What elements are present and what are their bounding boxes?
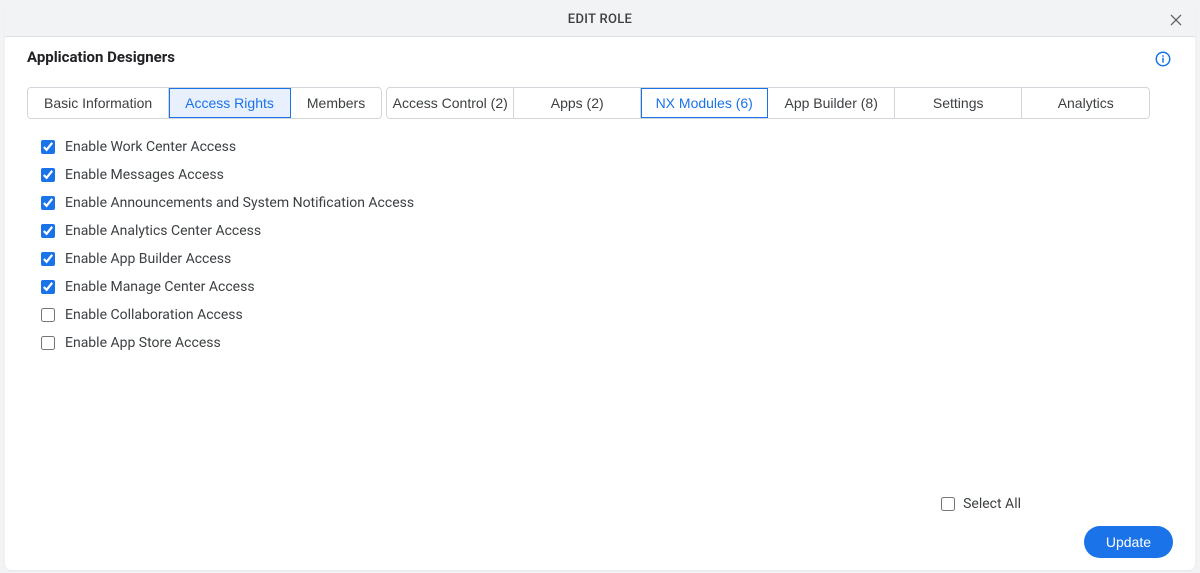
tab-basic-information[interactable]: Basic Information <box>28 88 169 118</box>
role-name-row: Application Designers <box>27 47 1173 67</box>
permission-label: Enable Collaboration Access <box>65 307 243 323</box>
info-icon <box>1154 50 1172 68</box>
subtab-nx-modules[interactable]: NX Modules (6) <box>641 88 768 118</box>
permission-label: Enable Analytics Center Access <box>65 223 261 239</box>
permission-label: Enable App Store Access <box>65 335 221 351</box>
modal-body: Application Designers Basic Information … <box>5 37 1195 570</box>
modal-footer: Select All Update <box>941 496 1173 558</box>
permission-checkbox[interactable] <box>41 196 55 210</box>
permission-label: Enable Work Center Access <box>65 139 236 155</box>
permission-checkbox[interactable] <box>41 336 55 350</box>
permission-item[interactable]: Enable App Builder Access <box>41 245 1173 273</box>
permission-item[interactable]: Enable Analytics Center Access <box>41 217 1173 245</box>
edit-role-modal: EDIT ROLE Application Designers Basic In… <box>5 3 1195 570</box>
permission-label: Enable Messages Access <box>65 167 224 183</box>
permission-item[interactable]: Enable App Store Access <box>41 329 1173 357</box>
permission-item[interactable]: Enable Messages Access <box>41 161 1173 189</box>
update-button[interactable]: Update <box>1084 526 1173 558</box>
tab-members[interactable]: Members <box>291 88 381 118</box>
modal-header: EDIT ROLE <box>5 3 1195 37</box>
select-all-checkbox[interactable] <box>941 497 955 511</box>
subtab-apps[interactable]: Apps (2) <box>514 88 641 118</box>
role-name: Application Designers <box>27 48 175 66</box>
close-button[interactable] <box>1165 9 1187 31</box>
info-button[interactable] <box>1153 49 1173 69</box>
permission-label: Enable App Builder Access <box>65 251 231 267</box>
permission-checkbox[interactable] <box>41 252 55 266</box>
main-tabs: Basic Information Access Rights Members <box>27 87 382 119</box>
subtab-settings[interactable]: Settings <box>895 88 1022 118</box>
tab-access-rights[interactable]: Access Rights <box>169 88 291 118</box>
select-all-row[interactable]: Select All <box>941 496 1021 512</box>
permission-label: Enable Manage Center Access <box>65 279 255 295</box>
select-all-label: Select All <box>963 496 1021 512</box>
subtab-app-builder[interactable]: App Builder (8) <box>768 88 895 118</box>
modal-title: EDIT ROLE <box>568 12 632 27</box>
permission-item[interactable]: Enable Work Center Access <box>41 133 1173 161</box>
permission-checkbox[interactable] <box>41 224 55 238</box>
permission-checkbox[interactable] <box>41 168 55 182</box>
subtab-access-control[interactable]: Access Control (2) <box>387 88 514 118</box>
permission-checkbox[interactable] <box>41 308 55 322</box>
permission-checkbox[interactable] <box>41 280 55 294</box>
sub-tabs: Access Control (2) Apps (2) NX Modules (… <box>386 87 1150 119</box>
permission-label: Enable Announcements and System Notifica… <box>65 195 414 211</box>
permission-item[interactable]: Enable Manage Center Access <box>41 273 1173 301</box>
subtab-analytics[interactable]: Analytics <box>1022 88 1149 118</box>
permission-checkbox[interactable] <box>41 140 55 154</box>
permission-item[interactable]: Enable Collaboration Access <box>41 301 1173 329</box>
permission-item[interactable]: Enable Announcements and System Notifica… <box>41 189 1173 217</box>
close-icon <box>1168 12 1184 28</box>
permission-list: Enable Work Center Access Enable Message… <box>27 133 1173 357</box>
